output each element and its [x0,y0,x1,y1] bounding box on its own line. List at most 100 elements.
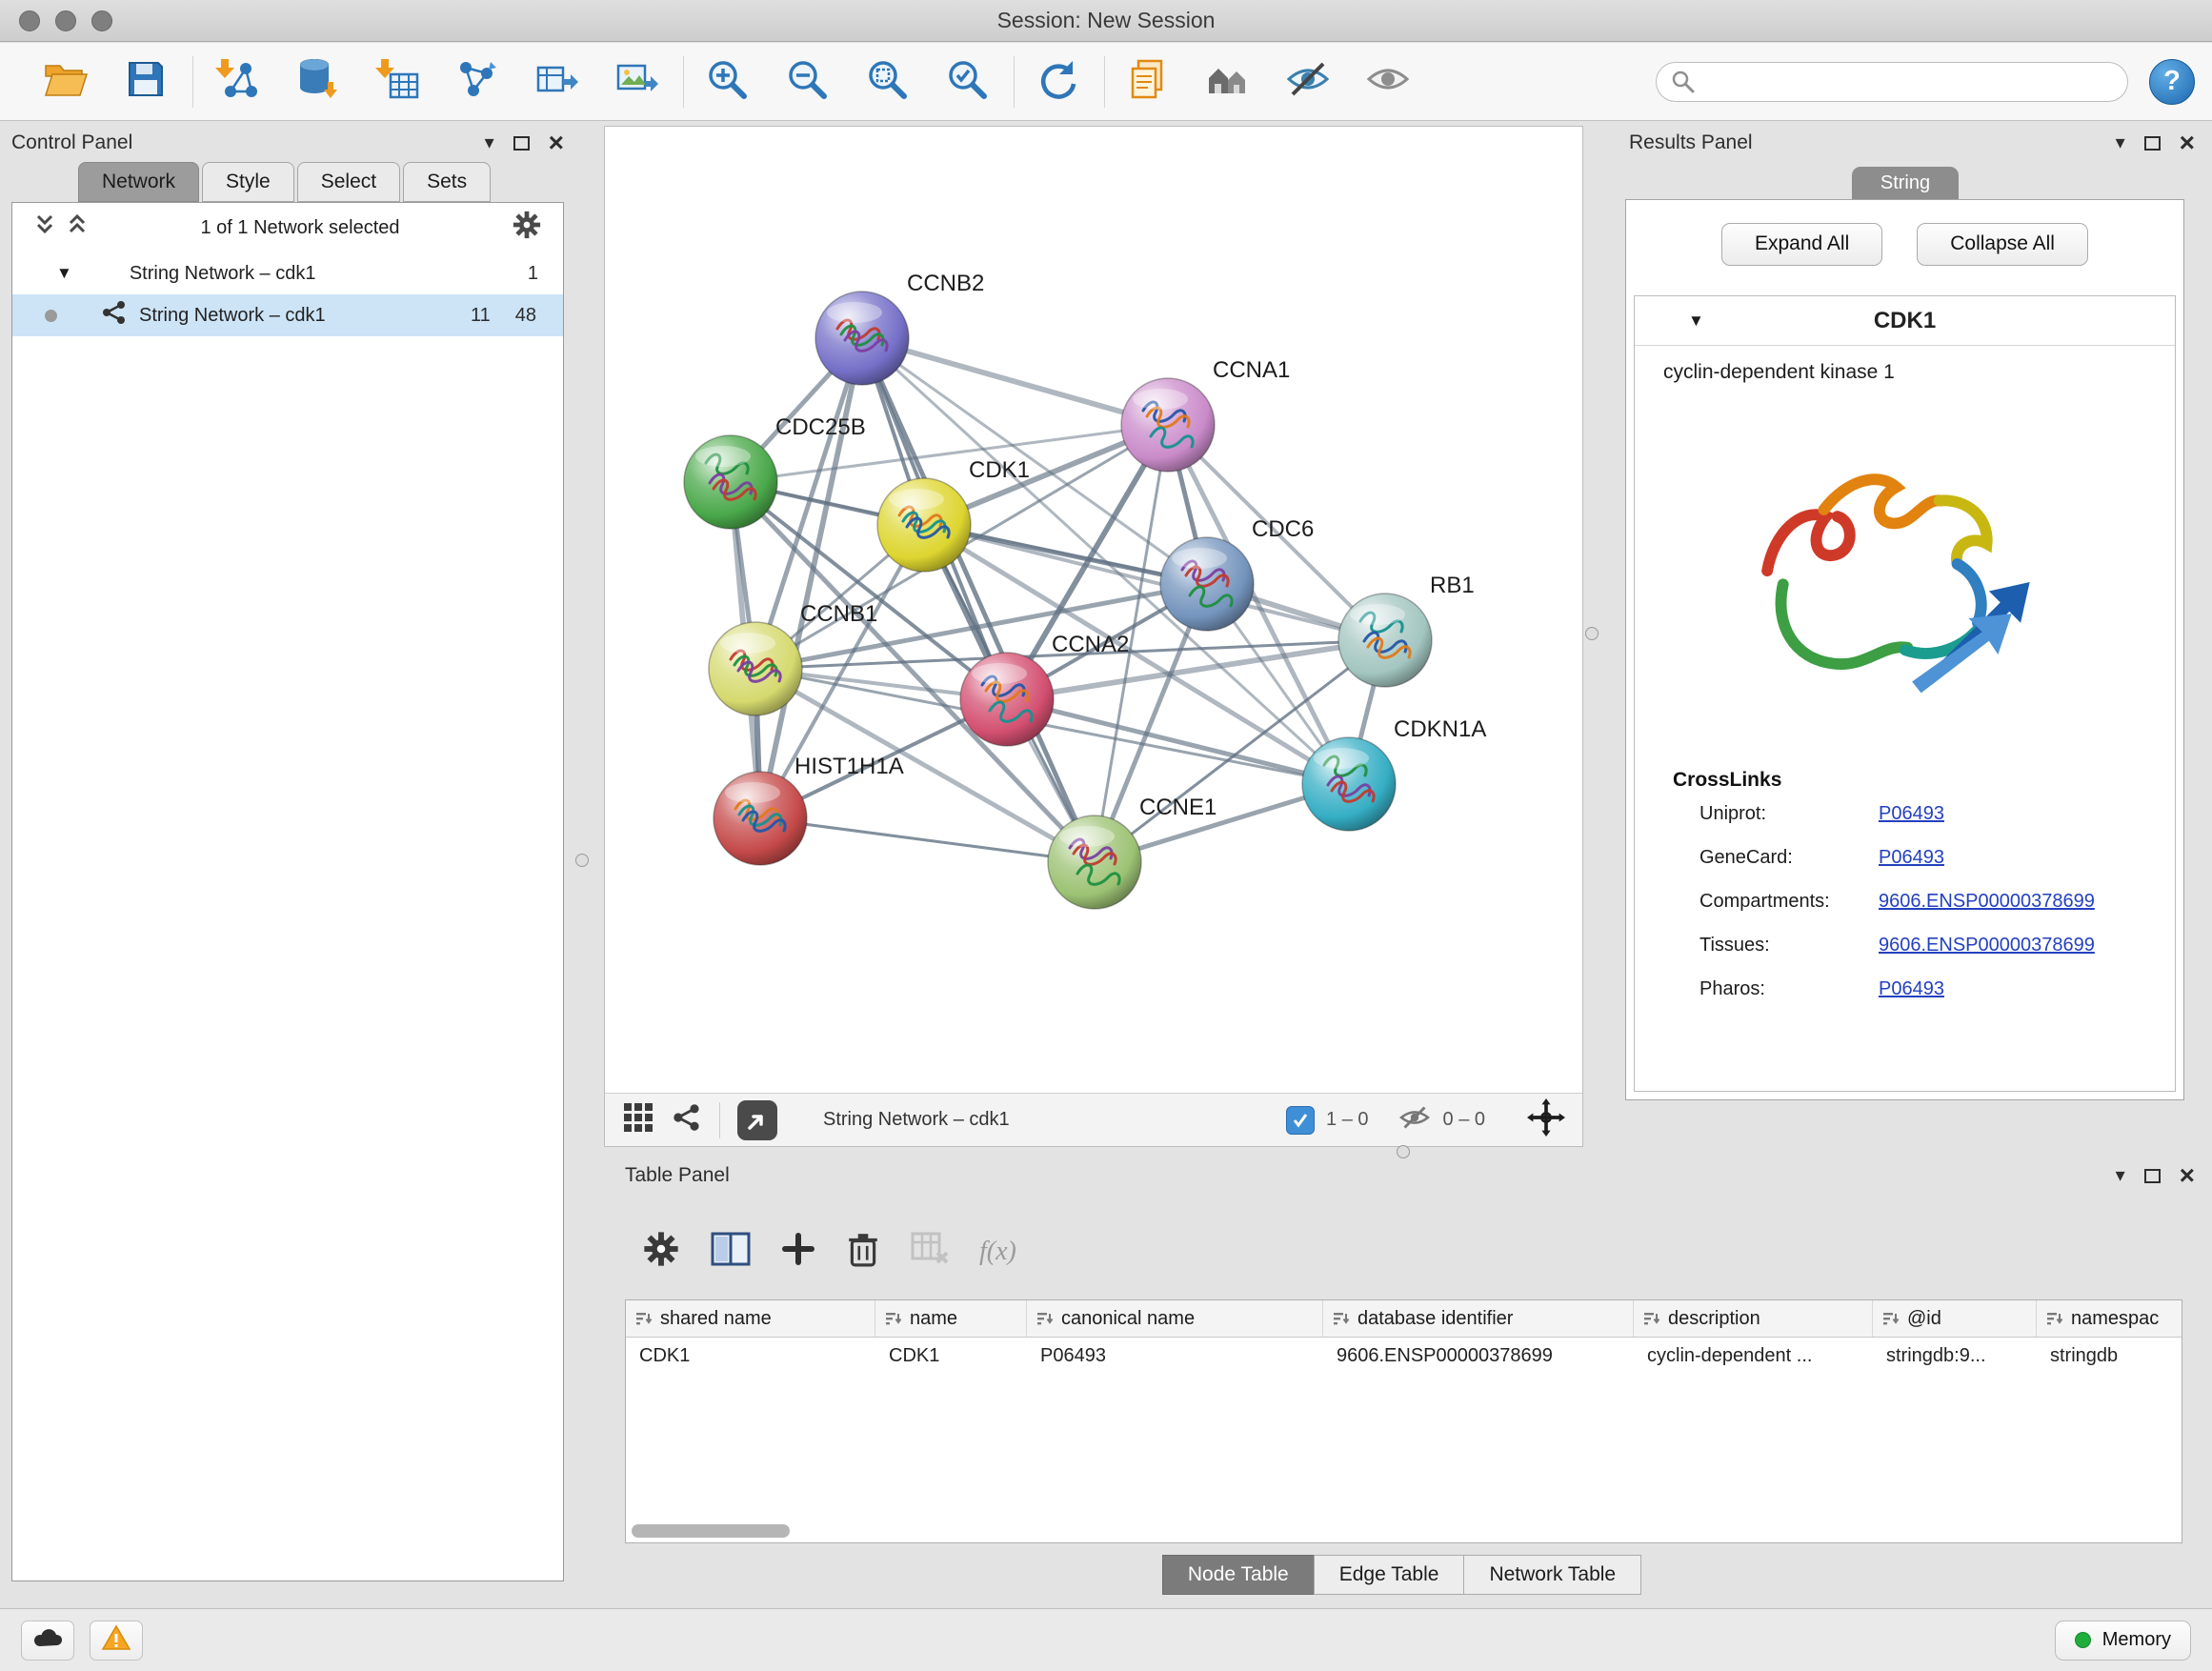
import-table-from-file-button[interactable] [369,51,424,112]
export-network-button[interactable] [529,51,584,112]
table-row[interactable]: CDK1 CDK1 P06493 9606.ENSP00000378699 cy… [626,1338,2182,1374]
open-session-button[interactable] [38,51,93,112]
network-row-selected[interactable]: String Network – cdk1 11 48 [12,294,563,336]
results-panel-float-icon[interactable]: ▾ [2116,133,2125,152]
protein-expand-caret[interactable]: ▼ [1688,312,1704,331]
crosslink-compartments-link[interactable]: 9606.ENSP00000378699 [1879,891,2095,913]
table-panel-close-icon[interactable]: × [2180,1162,2195,1189]
help-question-glyph: ? [2163,66,2181,97]
column-label: database identifier [1357,1308,1513,1330]
hide-graphics-details-button[interactable] [1280,51,1336,112]
window-controls [19,10,112,31]
collection-expand-caret[interactable]: ▼ [56,264,72,283]
help-button[interactable]: ? [2149,59,2195,105]
crosslink-tissues-link[interactable]: 9606.ENSP00000378699 [1879,935,2095,956]
control-panel-maximize-icon[interactable] [513,136,530,151]
selected-items-checkbox[interactable] [1286,1106,1315,1135]
fit-content-crosshair-icon[interactable] [1527,1098,1565,1142]
horizontal-scrollbar[interactable] [632,1524,2176,1538]
crosslink-label: GeneCard: [1699,847,1879,869]
function-builder-button[interactable]: f(x) [979,1237,1016,1267]
tab-style[interactable]: Style [202,162,294,202]
collapse-all-networks-icon[interactable] [33,212,56,243]
import-network-from-database-button[interactable] [289,51,344,112]
tab-network-table[interactable]: Network Table [1463,1555,1641,1595]
warnings-button[interactable] [90,1621,143,1661]
zoom-fit-button[interactable] [859,51,915,112]
save-session-button[interactable] [118,51,173,112]
grid-view-icon[interactable] [622,1101,654,1139]
results-panel-maximize-icon[interactable] [2144,136,2161,151]
tab-sets[interactable]: Sets [403,162,491,202]
crosslink-pharos-link[interactable]: P06493 [1879,978,1944,1000]
hidden-items-eye-slash-icon[interactable] [1398,1104,1432,1137]
crosslink-uniprot-link[interactable]: P06493 [1879,803,1944,825]
refresh-layout-button[interactable] [1030,51,1085,112]
column-header-at-id[interactable]: @id [1873,1300,2037,1337]
expand-all-button[interactable]: Expand All [1721,223,1882,266]
column-header-shared-name[interactable]: shared name [626,1300,875,1337]
network-graph[interactable]: CCNB2CCNA1CDC25BCDK1CDC6RB1CCNB1CCNA2CDK… [605,127,1582,1093]
results-panel-close-icon[interactable]: × [2180,130,2195,156]
crosslink-genecard-link[interactable]: P06493 [1879,847,1944,869]
network-overview-button[interactable] [1200,51,1256,112]
show-columns-icon[interactable] [711,1232,751,1272]
protein-card-header[interactable]: ▼ CDK1 [1635,296,2175,346]
close-window-button[interactable] [19,10,40,31]
cell-description[interactable]: cyclin-dependent ... [1634,1338,1873,1374]
table-tabs: Node Table Edge Table Network Table [610,1555,2195,1595]
network-options-gear-icon[interactable] [512,210,542,246]
tab-string-results[interactable]: String [1852,167,1959,200]
cell-database-identifier[interactable]: 9606.ENSP00000378699 [1323,1338,1634,1374]
minimize-window-button[interactable] [55,10,76,31]
zoom-out-button[interactable] [779,51,835,112]
table-panel-maximize-icon[interactable] [2144,1169,2161,1183]
tab-edge-table[interactable]: Edge Table [1314,1555,1465,1595]
crosslink-row: Uniprot: P06493 [1635,792,2175,836]
splitter-handle-bottom[interactable] [1397,1145,1410,1158]
results-panel-title: Results Panel [1629,131,1753,154]
cloud-services-button[interactable] [21,1621,74,1661]
network-canvas[interactable]: CCNB2CCNA1CDC25BCDK1CDC6RB1CCNB1CCNA2CDK… [605,127,1582,1093]
detach-view-button[interactable] [737,1100,777,1140]
clone-network-button[interactable] [449,51,504,112]
cell-shared-name[interactable]: CDK1 [626,1338,875,1374]
column-header-database-identifier[interactable]: database identifier [1323,1300,1634,1337]
warning-icon [101,1624,131,1657]
expand-all-networks-icon[interactable] [66,212,89,243]
column-header-canonical-name[interactable]: canonical name [1027,1300,1323,1337]
tab-network[interactable]: Network [78,162,199,202]
splitter-handle-left[interactable] [575,854,589,867]
scrollbar-thumb[interactable] [632,1524,790,1538]
memory-button[interactable]: Memory [2055,1621,2191,1661]
column-header-description[interactable]: description [1634,1300,1873,1337]
cell-at-id[interactable]: stringdb:9... [1873,1338,2037,1374]
column-header-name[interactable]: name [875,1300,1027,1337]
network-share-icon[interactable] [672,1102,702,1138]
show-graphics-details-button[interactable] [1360,51,1416,112]
annotations-button[interactable] [1120,51,1176,112]
column-label: @id [1907,1308,1941,1330]
tab-select[interactable]: Select [297,162,400,202]
cell-canonical-name[interactable]: P06493 [1027,1338,1323,1374]
network-collection-row[interactable]: ▼ String Network – cdk1 1 [12,252,563,294]
svg-text:CCNA1: CCNA1 [1213,357,1290,383]
control-panel-float-icon[interactable]: ▾ [485,133,494,152]
table-panel-float-icon[interactable]: ▾ [2116,1166,2125,1185]
import-network-from-file-button[interactable] [209,51,264,112]
search-input[interactable] [1656,62,2128,102]
add-column-icon[interactable] [781,1232,815,1272]
column-header-namespace[interactable]: namespac [2037,1300,2182,1337]
zoom-in-button[interactable] [699,51,754,112]
collapse-all-button[interactable]: Collapse All [1917,223,2088,266]
control-panel-close-icon[interactable]: × [549,130,564,156]
zoom-selected-button[interactable] [939,51,995,112]
table-options-gear-icon[interactable] [642,1230,680,1274]
cell-namespace[interactable]: stringdb [2037,1338,2182,1374]
cell-name[interactable]: CDK1 [875,1338,1027,1374]
tab-node-table[interactable]: Node Table [1162,1555,1315,1595]
delete-column-icon[interactable] [846,1231,880,1273]
export-image-button[interactable] [609,51,664,112]
zoom-window-button[interactable] [91,10,112,31]
search-icon [1671,70,1696,100]
